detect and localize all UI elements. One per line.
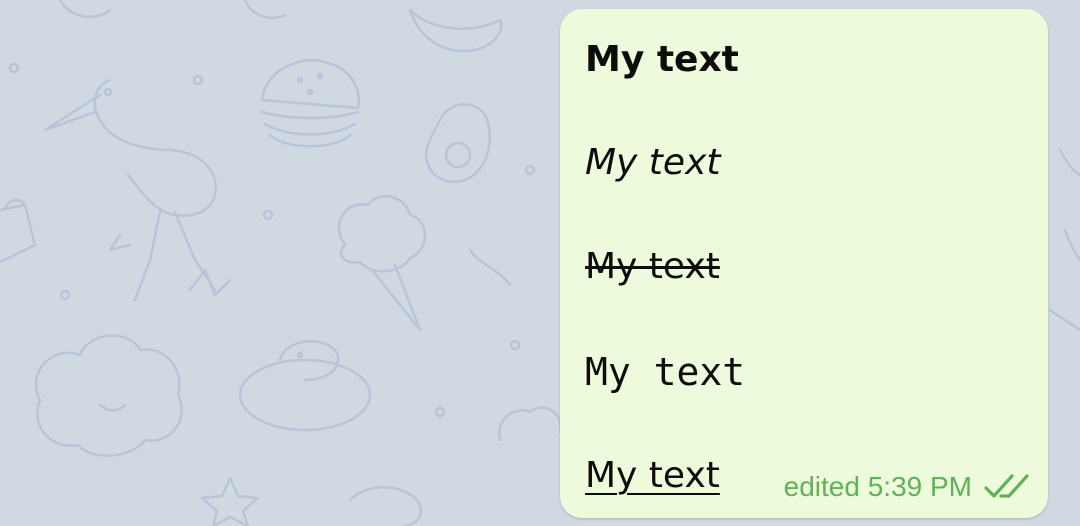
edited-timestamp: edited 5:39 PM	[783, 471, 972, 502]
underline-text-line: My text	[585, 455, 720, 496]
strikethrough-text-line: My text	[585, 246, 720, 287]
cake-doodle	[0, 198, 37, 264]
monospace-text-line: My text	[585, 350, 746, 394]
burger-doodle	[260, 59, 360, 148]
message-bubble[interactable]: My text My text My text My text My text …	[560, 9, 1048, 518]
star-doodle	[200, 476, 260, 526]
message-status: edited 5:39 PM	[784, 471, 1030, 503]
avocado-doodle	[425, 103, 492, 183]
ice-cream-doodle	[337, 195, 427, 332]
cloud-doodle	[34, 334, 183, 457]
italic-text-line: My text	[585, 142, 721, 183]
double-check-icon	[984, 474, 1029, 498]
bold-text-line: My text	[585, 39, 739, 80]
pool-float-doodle	[238, 340, 372, 432]
bird-doodle	[43, 78, 232, 302]
dots	[8, 62, 536, 418]
top-doodles	[58, 0, 503, 53]
